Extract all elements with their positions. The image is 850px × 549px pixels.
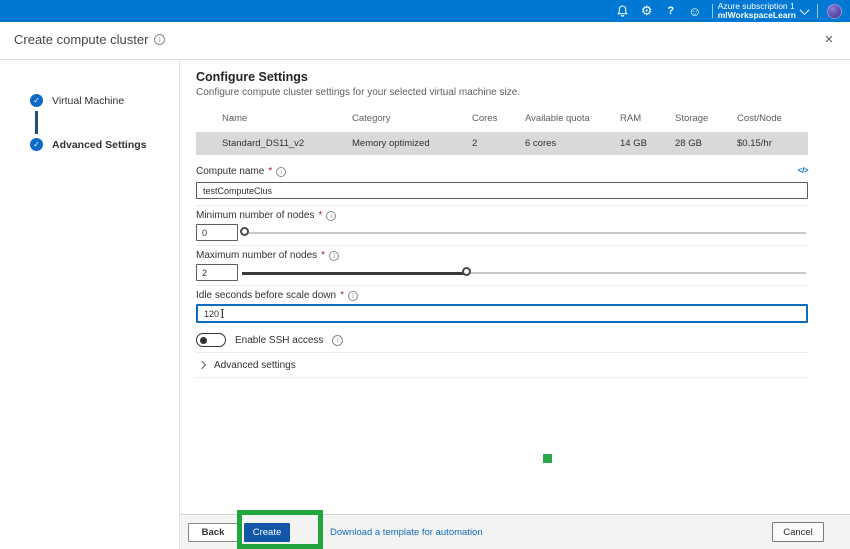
download-template-link[interactable]: Download a template for automation: [330, 527, 483, 538]
cell-cost-node: $0.15/hr: [737, 138, 808, 149]
step-virtual-machine[interactable]: Virtual Machine: [30, 94, 124, 107]
cell-name: Standard_DS11_v2: [196, 138, 352, 149]
settings-gear-icon[interactable]: [635, 0, 659, 22]
col-header-available-quota: Available quota: [525, 113, 620, 124]
section-subheading: Configure compute cluster settings for y…: [196, 87, 520, 98]
advanced-settings-expander[interactable]: Advanced settings: [196, 358, 296, 372]
chevron-right-icon: [198, 361, 206, 369]
max-nodes-slider-handle[interactable]: [462, 267, 471, 276]
col-header-name: Name: [196, 113, 352, 124]
view-code-icon[interactable]: [798, 166, 808, 175]
cancel-button[interactable]: Cancel: [772, 522, 824, 542]
toggle-knob: [200, 337, 207, 344]
col-header-ram: RAM: [620, 113, 675, 124]
cell-available-quota: 6 cores: [525, 138, 620, 149]
table-header-row: Name Category Cores Available quota RAM …: [196, 108, 808, 128]
azure-top-bar: Azure subscription 1 mlWorkspaceLearn: [0, 0, 850, 22]
max-nodes-row: [196, 264, 808, 282]
advanced-settings-label: Advanced settings: [214, 360, 296, 371]
label-text: Minimum number of nodes: [196, 210, 314, 221]
dialog-header: Create compute cluster: [0, 22, 850, 60]
feedback-smiley-icon[interactable]: [683, 0, 707, 22]
step-label: Virtual Machine: [52, 95, 124, 107]
ssh-info-icon[interactable]: [332, 335, 343, 346]
step-advanced-settings[interactable]: Advanced Settings: [30, 138, 147, 151]
section-heading: Configure Settings: [196, 70, 308, 84]
close-icon[interactable]: [820, 30, 838, 48]
notifications-bell-icon[interactable]: [611, 0, 635, 22]
slider-track: [242, 232, 806, 234]
step-completed-check-icon: [30, 138, 43, 151]
min-nodes-slider[interactable]: [242, 226, 806, 240]
col-header-category: Category: [352, 113, 472, 124]
compute-name-input[interactable]: [196, 182, 808, 199]
col-header-cost-node: Cost/Node: [737, 113, 808, 124]
step-label: Advanced Settings: [52, 139, 147, 151]
required-asterisk: *: [318, 210, 322, 221]
max-nodes-info-icon[interactable]: [329, 251, 339, 261]
slider-fill: [242, 272, 468, 275]
min-nodes-label: Minimum number of nodes *: [196, 210, 336, 221]
compute-name-info-icon[interactable]: [276, 167, 286, 177]
max-nodes-label: Maximum number of nodes *: [196, 250, 339, 261]
help-icon[interactable]: [659, 0, 683, 22]
min-nodes-slider-handle[interactable]: [240, 227, 249, 236]
section-divider: [196, 205, 808, 206]
ssh-toggle-row: Enable SSH access: [196, 333, 343, 347]
required-asterisk: *: [321, 250, 325, 261]
subscription-switcher[interactable]: Azure subscription 1 mlWorkspaceLearn: [718, 2, 796, 20]
ssh-toggle-label: Enable SSH access: [235, 335, 323, 346]
title-info-icon[interactable]: [154, 34, 165, 45]
click-indicator-square: [543, 454, 552, 463]
col-header-storage: Storage: [675, 113, 737, 124]
label-text: Maximum number of nodes: [196, 250, 317, 261]
back-button[interactable]: Back: [188, 523, 238, 542]
col-header-cores: Cores: [472, 113, 525, 124]
cell-category: Memory optimized: [352, 138, 472, 149]
section-divider: [196, 245, 808, 246]
step-connector-line: [35, 111, 38, 134]
min-nodes-info-icon[interactable]: [326, 211, 336, 221]
label-text: Compute name: [196, 166, 264, 177]
min-nodes-input[interactable]: [196, 224, 238, 241]
cell-storage: 28 GB: [675, 138, 737, 149]
page-title: Create compute cluster: [14, 32, 165, 47]
topbar-divider: [712, 4, 713, 18]
max-nodes-input[interactable]: [196, 264, 238, 281]
cell-ram: 14 GB: [620, 138, 675, 149]
section-divider: [196, 285, 808, 286]
user-avatar[interactable]: [827, 4, 842, 19]
cell-cores: 2: [472, 138, 525, 149]
configure-settings-panel: Configure Settings Configure compute clu…: [196, 60, 808, 514]
max-nodes-slider[interactable]: [242, 266, 806, 280]
min-nodes-row: [196, 224, 808, 242]
idle-seconds-input[interactable]: [196, 304, 808, 323]
compute-name-label: Compute name *: [196, 166, 286, 177]
idle-seconds-info-icon[interactable]: [348, 291, 358, 301]
create-button[interactable]: Create: [244, 523, 290, 542]
topbar-divider: [817, 4, 818, 18]
required-asterisk: *: [340, 290, 344, 301]
required-asterisk: *: [268, 166, 272, 177]
step-completed-check-icon: [30, 94, 43, 107]
table-row-selected-vm[interactable]: Standard_DS11_v2 Memory optimized 2 6 co…: [196, 132, 808, 155]
dialog-footer: Back Create Download a template for auto…: [180, 514, 850, 549]
idle-seconds-label: Idle seconds before scale down *: [196, 290, 358, 301]
enable-ssh-toggle[interactable]: [196, 333, 226, 347]
workspace-name: mlWorkspaceLearn: [718, 11, 796, 20]
page-title-text: Create compute cluster: [14, 32, 148, 47]
vm-size-table: Name Category Cores Available quota RAM …: [196, 108, 808, 155]
section-divider: [196, 377, 808, 378]
label-text: Idle seconds before scale down: [196, 290, 336, 301]
chevron-down-icon[interactable]: [796, 0, 812, 22]
wizard-stepper: Virtual Machine Advanced Settings: [0, 60, 180, 549]
section-divider: [196, 352, 808, 353]
